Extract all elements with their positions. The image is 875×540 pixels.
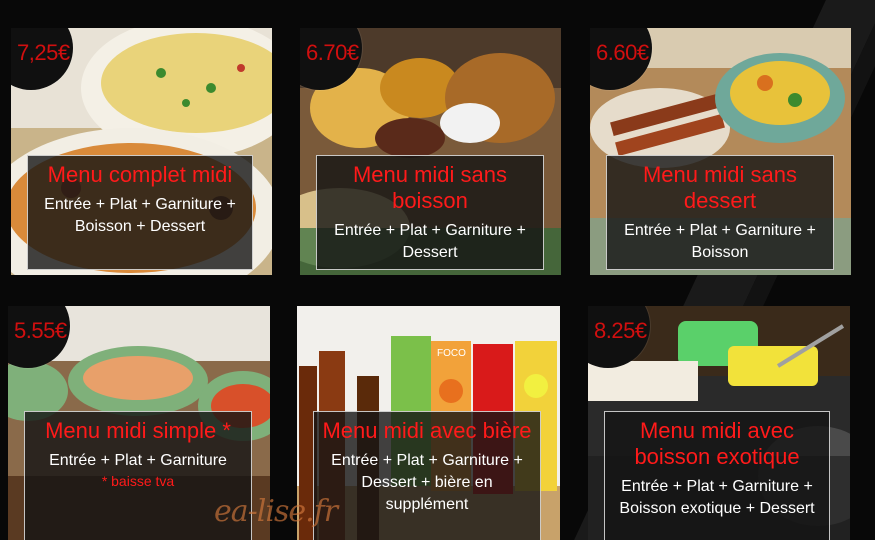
price-text: 6.70€	[306, 40, 359, 65]
menu-description: Entrée + Plat + Garniture + Dessert + bi…	[331, 452, 523, 513]
menu-description: Entrée + Plat + Garniture + Boisson	[624, 222, 816, 261]
menu-description: Entrée + Plat + Garniture + Boisson + De…	[44, 196, 236, 235]
menu-title: Menu midi avec bière	[322, 418, 532, 443]
menu-description: Entrée + Plat + Garniture + Boisson exot…	[619, 478, 815, 517]
menu-description: Entrée + Plat + Garniture + Dessert	[334, 222, 526, 261]
menu-description: Entrée + Plat + Garniture	[49, 452, 227, 469]
menu-title: Menu midi sans dessert	[642, 162, 798, 213]
price-text: 6.60€	[596, 40, 649, 65]
price-text: 7,25€	[17, 40, 70, 65]
menu-card-boisson-exotique[interactable]: 8.25€ Menu midi avec boisson exotique En…	[588, 306, 850, 540]
menu-info-box: Menu midi sans boisson Entrée + Plat + G…	[316, 155, 544, 270]
menu-card-sans-dessert[interactable]: 6.60€ Menu midi sans dessert Entrée + Pl…	[590, 28, 851, 275]
menu-info-box: Menu midi avec bière Entrée + Plat + Gar…	[313, 411, 541, 540]
price-text: 8.25€	[594, 318, 647, 343]
menu-info-box: Menu complet midi Entrée + Plat + Garnit…	[27, 155, 253, 270]
menu-title: Menu midi sans boisson	[352, 162, 508, 213]
site-watermark: ea-lise.fr	[214, 494, 338, 529]
menu-title: Menu midi avec boisson exotique	[634, 418, 800, 469]
menu-note: * baisse tva	[101, 473, 175, 489]
menu-info-box: Menu midi avec boisson exotique Entrée +…	[604, 411, 830, 540]
menu-card-sans-boisson[interactable]: 6.70€ Menu midi sans boisson Entrée + Pl…	[300, 28, 561, 275]
menu-title: Menu midi simple *	[45, 418, 231, 443]
menu-info-box: Menu midi sans dessert Entrée + Plat + G…	[606, 155, 834, 270]
price-text: 5.55€	[14, 318, 67, 343]
can-label: FOCO	[437, 348, 466, 359]
menu-title: Menu complet midi	[47, 162, 233, 187]
menu-card-complet[interactable]: 7,25€ Menu complet midi Entrée + Plat + …	[11, 28, 272, 275]
